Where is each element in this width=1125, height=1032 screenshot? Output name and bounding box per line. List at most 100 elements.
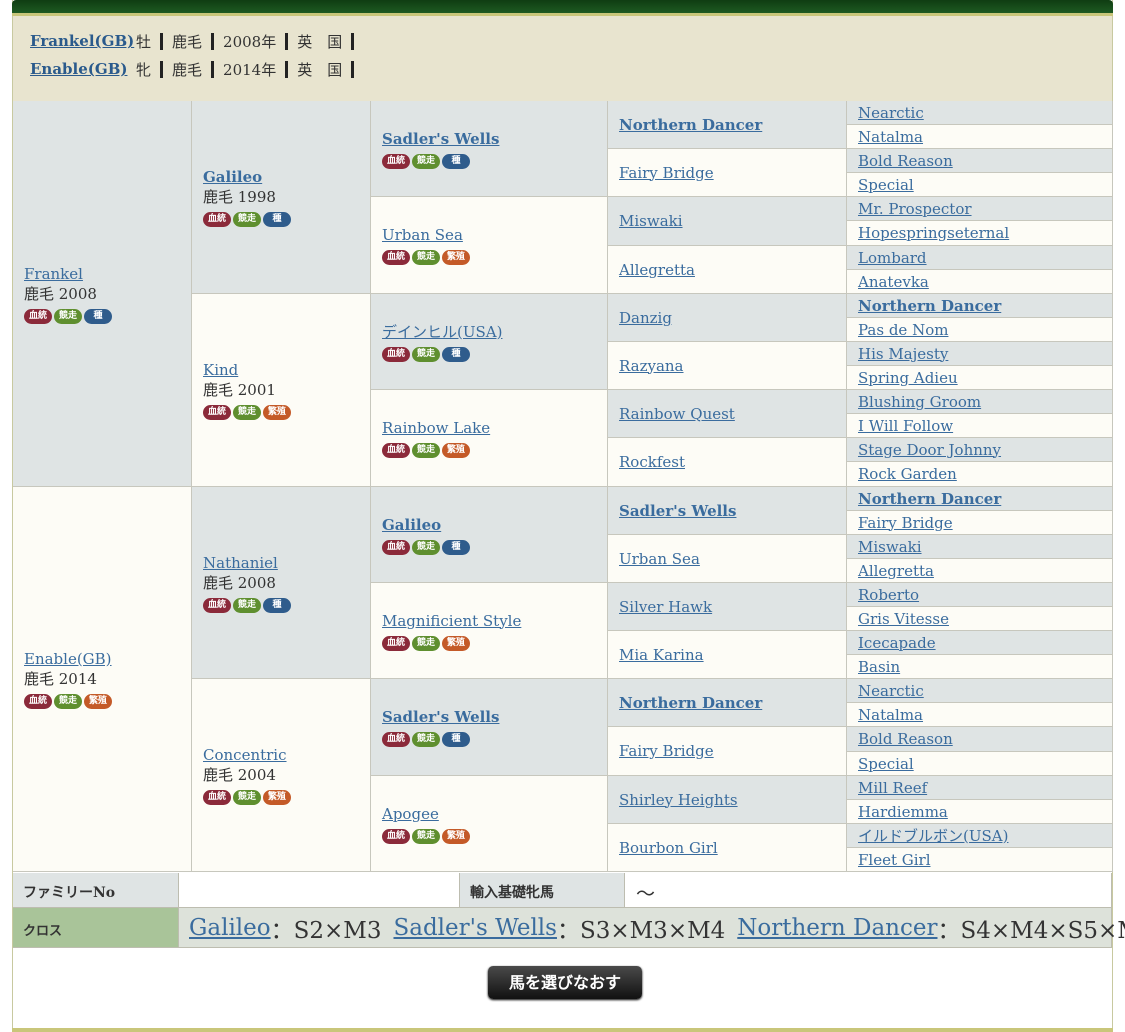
horse-name-link[interactable]: Hopespringseternal <box>858 224 1009 242</box>
horse-name-link[interactable]: Danzig <box>619 309 672 327</box>
horse-name-link[interactable]: Basin <box>858 658 900 676</box>
horse-name-link[interactable]: Mia Karina <box>619 646 704 664</box>
badge-blood-button[interactable]: 血統 <box>203 405 231 420</box>
badge-stud-button[interactable]: 種 <box>263 597 291 613</box>
badge-broodmare-button[interactable]: 繁殖 <box>442 443 470 458</box>
badge-blood-button[interactable]: 血統 <box>382 346 410 362</box>
horse-name-link[interactable]: Allegretta <box>858 562 934 580</box>
badge-race-button[interactable]: 競走 <box>412 346 440 362</box>
badge-blood-button[interactable]: 血統 <box>382 153 410 169</box>
badge-blood-button[interactable]: 血統 <box>24 694 52 709</box>
horse-name-link[interactable]: Special <box>858 176 914 194</box>
horse-name-link[interactable]: Fairy Bridge <box>619 164 714 182</box>
badge-race-button[interactable]: 競走 <box>54 308 82 324</box>
badge-broodmare-button[interactable]: 繁殖 <box>84 694 112 709</box>
badge-blood-button[interactable]: 血統 <box>382 539 410 555</box>
horse-name-link[interactable]: Special <box>858 755 914 773</box>
horse-name-link[interactable]: Shirley Heights <box>619 791 738 809</box>
badge-race-button[interactable]: 競走 <box>412 635 440 651</box>
horse-name-link[interactable]: Rainbow Quest <box>619 405 735 423</box>
badge-race-button[interactable]: 競走 <box>412 443 440 458</box>
cross-link-galileo[interactable]: Galileo <box>189 915 271 941</box>
badge-blood-button[interactable]: 血統 <box>203 790 231 805</box>
badge-race-button[interactable]: 競走 <box>233 597 261 613</box>
horse-name-link[interactable]: Roberto <box>858 586 919 604</box>
horse-name-link[interactable]: デインヒル(USA) <box>382 323 502 341</box>
horse-name-link[interactable]: Rockfest <box>619 453 685 471</box>
horse-name-link[interactable]: Miswaki <box>858 538 922 556</box>
horse-name-link[interactable]: Natalma <box>858 706 923 724</box>
badge-race-button[interactable]: 競走 <box>233 212 261 227</box>
badge-broodmare-button[interactable]: 繁殖 <box>263 790 291 805</box>
horse-name-link[interactable]: Lombard <box>858 249 927 267</box>
horse-name-link[interactable]: Mr. Prospector <box>858 200 972 218</box>
badge-race-button[interactable]: 競走 <box>412 732 440 747</box>
horse-name-link[interactable]: Concentric <box>203 746 287 764</box>
horse-name-link[interactable]: Fairy Bridge <box>858 514 953 532</box>
horse-name-link[interactable]: Galileo <box>203 168 262 186</box>
horse-name-link[interactable]: Urban Sea <box>382 226 463 244</box>
badge-stud-button[interactable]: 種 <box>84 308 112 324</box>
horse-name-link[interactable]: Nearctic <box>858 682 924 700</box>
badge-race-button[interactable]: 競走 <box>412 828 440 844</box>
horse-name-link[interactable]: Apogee <box>382 805 439 823</box>
badge-broodmare-button[interactable]: 繁殖 <box>442 250 470 265</box>
badge-blood-button[interactable]: 血統 <box>382 250 410 265</box>
horse-name-link[interactable]: Northern Dancer <box>858 297 1001 315</box>
badge-blood-button[interactable]: 血統 <box>203 212 231 227</box>
horse-name-link[interactable]: Pas de Nom <box>858 321 948 339</box>
badge-race-button[interactable]: 競走 <box>412 153 440 169</box>
horse-name-link[interactable]: Sadler's Wells <box>382 708 499 726</box>
badge-race-button[interactable]: 競走 <box>412 539 440 555</box>
horse-name-link[interactable]: Bourbon Girl <box>619 839 718 857</box>
badge-race-button[interactable]: 競走 <box>412 250 440 265</box>
badge-broodmare-button[interactable]: 繁殖 <box>442 635 470 651</box>
badge-broodmare-button[interactable]: 繁殖 <box>263 405 291 420</box>
horse-name-link[interactable]: Razyana <box>619 357 684 375</box>
badge-race-button[interactable]: 競走 <box>233 790 261 805</box>
horse-name-link[interactable]: Magnificient Style <box>382 612 521 630</box>
horse-name-link[interactable]: Miswaki <box>619 212 683 230</box>
horse-name-link[interactable]: Sadler's Wells <box>619 502 736 520</box>
dam-name-link[interactable]: Enable(GB) <box>30 60 136 78</box>
horse-name-link[interactable]: Bold Reason <box>858 152 953 170</box>
horse-name-link[interactable]: Frankel <box>24 265 83 283</box>
horse-name-link[interactable]: Galileo <box>382 516 441 534</box>
horse-name-link[interactable]: Rainbow Lake <box>382 419 490 437</box>
horse-name-link[interactable]: Nearctic <box>858 104 924 122</box>
horse-name-link[interactable]: Kind <box>203 361 238 379</box>
horse-name-link[interactable]: Sadler's Wells <box>382 130 499 148</box>
badge-race-button[interactable]: 競走 <box>54 694 82 709</box>
badge-stud-button[interactable]: 種 <box>263 212 291 227</box>
horse-name-link[interactable]: Urban Sea <box>619 550 700 568</box>
horse-name-link[interactable]: Blushing Groom <box>858 393 981 411</box>
horse-name-link[interactable]: Silver Hawk <box>619 598 712 616</box>
badge-blood-button[interactable]: 血統 <box>382 443 410 458</box>
horse-name-link[interactable]: イルドブルボン(USA) <box>858 827 1008 845</box>
horse-name-link[interactable]: Fleet Girl <box>858 851 931 869</box>
badge-broodmare-button[interactable]: 繁殖 <box>442 828 470 844</box>
horse-name-link[interactable]: Northern Dancer <box>858 490 1001 508</box>
horse-name-link[interactable]: Gris Vitesse <box>858 610 949 628</box>
badge-blood-button[interactable]: 血統 <box>382 635 410 651</box>
badge-blood-button[interactable]: 血統 <box>203 597 231 613</box>
badge-race-button[interactable]: 競走 <box>233 405 261 420</box>
horse-name-link[interactable]: Northern Dancer <box>619 116 762 134</box>
horse-name-link[interactable]: His Majesty <box>858 345 948 363</box>
horse-name-link[interactable]: Spring Adieu <box>858 369 958 387</box>
horse-name-link[interactable]: Mill Reef <box>858 779 927 797</box>
horse-name-link[interactable]: Anatevka <box>858 273 929 291</box>
horse-name-link[interactable]: Hardiemma <box>858 803 948 821</box>
badge-blood-button[interactable]: 血統 <box>382 732 410 747</box>
horse-name-link[interactable]: Northern Dancer <box>619 694 762 712</box>
horse-name-link[interactable]: I Will Follow <box>858 417 953 435</box>
horse-name-link[interactable]: Nathaniel <box>203 554 278 572</box>
horse-name-link[interactable]: Allegretta <box>619 261 695 279</box>
horse-name-link[interactable]: Stage Door Johnny <box>858 441 1001 459</box>
horse-name-link[interactable]: Icecapade <box>858 634 936 652</box>
badge-stud-button[interactable]: 種 <box>442 346 470 362</box>
horse-name-link[interactable]: Fairy Bridge <box>619 742 714 760</box>
sire-name-link[interactable]: Frankel(GB) <box>30 32 136 50</box>
badge-stud-button[interactable]: 種 <box>442 732 470 747</box>
badge-blood-button[interactable]: 血統 <box>24 308 52 324</box>
